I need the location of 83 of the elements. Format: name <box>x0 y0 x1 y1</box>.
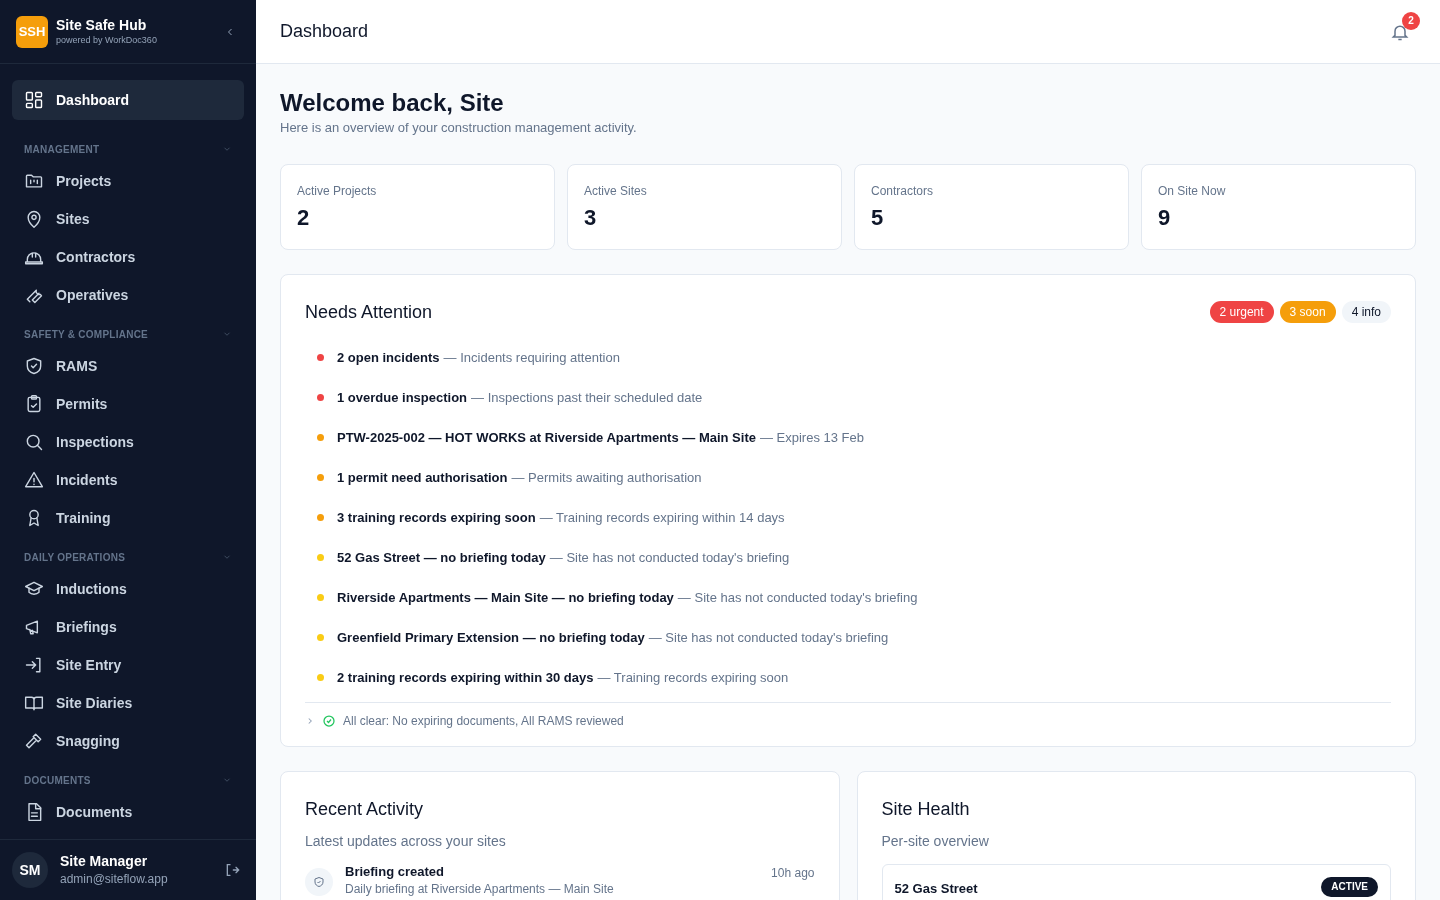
nav-item[interactable]: Site Diaries <box>12 684 244 722</box>
nav-item[interactable]: Dashboard <box>12 80 244 120</box>
alert-title[interactable]: 1 permit need authorisation <box>337 467 508 488</box>
section-heading: DAILY OPERATIONS <box>24 550 126 565</box>
alert-description: — Training records expiring soon <box>597 668 789 687</box>
alert-title[interactable]: 3 training records expiring soon <box>337 507 536 528</box>
nav-item[interactable]: RAMS <box>12 347 244 385</box>
alert-title[interactable]: 1 overdue inspection <box>337 387 468 408</box>
warning-icon <box>24 470 44 490</box>
nav-item[interactable]: Permits <box>12 385 244 423</box>
card-subtitle: Latest updates across your sites <box>305 831 507 851</box>
nav-item[interactable]: Incidents <box>12 461 244 499</box>
section-heading: MANAGEMENT <box>24 142 100 157</box>
nav-item[interactable]: Inductions <box>12 570 244 608</box>
check-circle-icon <box>323 714 335 727</box>
stat-label: Active Sites <box>584 182 648 200</box>
search-icon <box>24 432 44 452</box>
nav-item[interactable]: Documents <box>12 793 244 831</box>
notification-count-badge: 2 <box>1402 11 1420 30</box>
card-subtitle: Per-site overview <box>881 831 990 851</box>
book-icon <box>24 693 44 713</box>
activity-time: 10h ago <box>771 864 815 882</box>
page-title: Dashboard <box>280 20 369 43</box>
section-heading: DOCUMENTS <box>24 773 91 788</box>
nav-item[interactable]: Operatives <box>12 276 244 314</box>
stat-value: 2 <box>297 203 310 231</box>
alert-title[interactable]: 2 open incidents <box>337 347 440 368</box>
user-avatar: SM <box>12 852 48 888</box>
user-email: admin@siteflow.app <box>60 872 169 888</box>
alert-title[interactable]: Greenfield Primary Extension — no briefing today <box>337 627 645 648</box>
welcome-heading: Welcome back, Site <box>280 88 505 118</box>
alert-description: — Site has not conducted today's briefing <box>648 628 889 647</box>
alert-description: — Inspections past their scheduled date <box>471 388 703 407</box>
alert-title[interactable]: 2 training records expiring within 30 days <box>337 667 594 688</box>
alert-description: — Training records expiring within 14 days <box>539 508 785 527</box>
user-name: Site Manager <box>60 852 149 871</box>
stat-label: On Site Now <box>1158 182 1227 200</box>
brand-name: Site Safe Hub <box>56 17 148 35</box>
activity-detail: Daily briefing at Riverside Apartments — Main Site <box>345 881 615 897</box>
logout-icon <box>224 862 240 878</box>
shield-icon <box>305 867 333 896</box>
alert-description: — Expires 13 Feb <box>759 428 864 447</box>
map-pin-icon <box>24 209 44 229</box>
folder-icon <box>24 171 44 191</box>
alert-title[interactable]: PTW-2025-002 — HOT WORKS at Riverside Apartments — Main Site <box>337 427 756 448</box>
alert-title[interactable]: Riverside Apartments — Main Site — no briefing today <box>337 587 674 608</box>
nav-item[interactable]: Inspections <box>12 423 244 461</box>
stat-value: 9 <box>1158 203 1171 231</box>
hammer-icon <box>24 731 44 751</box>
nav-item[interactable]: Site Entry <box>12 646 244 684</box>
stat-label: Active Projects <box>297 182 378 200</box>
log-in-icon <box>24 655 44 675</box>
stat-value: 3 <box>584 203 597 231</box>
alert-description: — Permits awaiting authorisation <box>511 468 702 487</box>
dashboard-icon <box>24 90 44 110</box>
welcome-subtitle: Here is an overview of your construction management activity. <box>280 119 638 137</box>
brand-tagline: powered by WorkDoc360 <box>56 34 158 46</box>
stat-value: 5 <box>871 203 884 231</box>
alert-description: — Site has not conducted today's briefing <box>549 548 790 567</box>
alert-description: — Site has not conducted today's briefing <box>677 588 918 607</box>
nav-item[interactable]: Contractors <box>12 238 244 276</box>
stat-label: Contractors <box>871 182 935 200</box>
nav-item[interactable]: Briefings <box>12 608 244 646</box>
card-title: Recent Activity <box>305 797 425 821</box>
count-badge: 4 info <box>1341 301 1391 323</box>
nav-item[interactable]: Projects <box>12 162 244 200</box>
alert-title[interactable]: 52 Gas Street — no briefing today <box>337 547 546 568</box>
brand-logo: SSH <box>16 15 48 48</box>
nav-item[interactable]: Sites <box>12 200 244 238</box>
section-heading: SAFETY & COMPLIANCE <box>24 327 149 342</box>
count-badge: 3 soon <box>1279 301 1336 323</box>
all-clear-text: All clear: No expiring documents, All RAMS reviewed <box>343 712 624 730</box>
nav-item[interactable]: Training <box>12 499 244 537</box>
nav-item[interactable]: Snagging <box>12 722 244 760</box>
count-badge: 2 urgent <box>1209 301 1274 323</box>
activity-title: Briefing created <box>345 862 445 881</box>
card-title: Needs Attention <box>305 300 433 324</box>
shield-check-icon <box>24 356 44 376</box>
alert-description: — Incidents requiring attention <box>443 348 620 367</box>
card-title: Site Health <box>881 797 971 821</box>
site-name: 52 Gas Street <box>894 879 978 898</box>
clipboard-check-icon <box>24 394 44 414</box>
status-badge: ACTIVE <box>1321 876 1378 897</box>
